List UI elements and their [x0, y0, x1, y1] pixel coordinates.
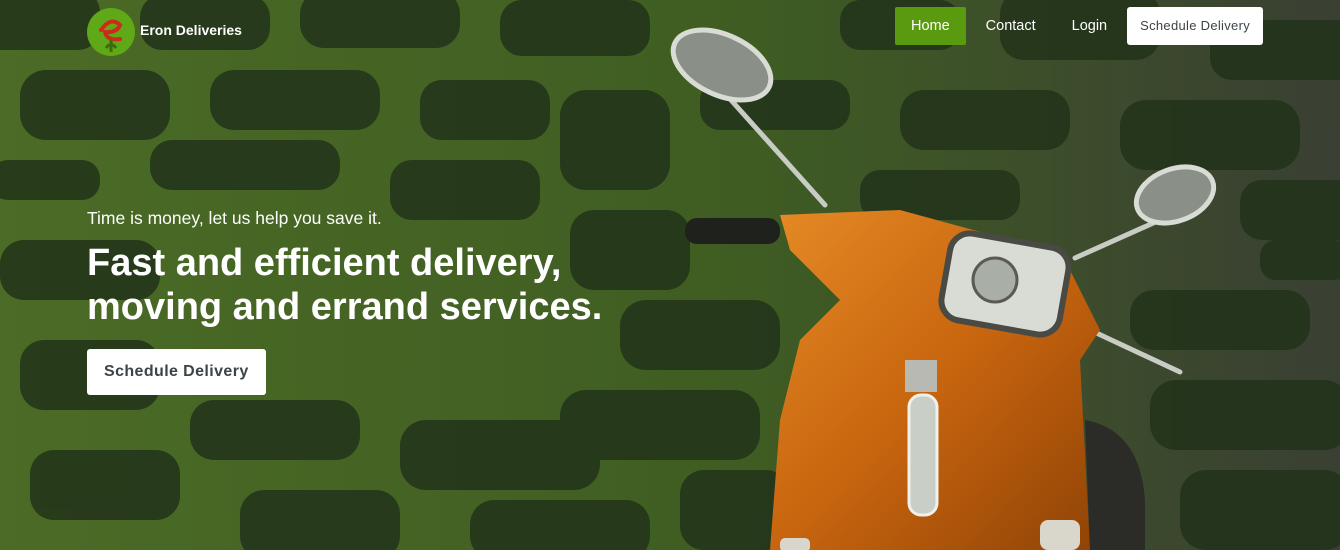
nav-item-contact[interactable]: Contact [970, 7, 1052, 45]
hero-content: Time is money, let us help you save it. … [87, 208, 687, 395]
nav-links: Home Contact Login Schedule Delivery [891, 7, 1263, 45]
nav-item-home[interactable]: Home [894, 7, 966, 45]
brand-logo-icon [87, 8, 135, 56]
hero-headline-line-2: moving and errand services. [87, 286, 603, 328]
hero-tagline: Time is money, let us help you save it. [87, 208, 382, 228]
brand-name: Eron Deliveries [140, 22, 242, 38]
top-navbar: Eron Deliveries Home Contact Login Sched… [0, 0, 1340, 56]
nav-item-login[interactable]: Login [1056, 7, 1123, 45]
nav-schedule-delivery-button[interactable]: Schedule Delivery [1127, 7, 1263, 45]
hero-headline: Fast and efficient delivery, moving and … [87, 241, 687, 329]
brand-logo-link[interactable]: Eron Deliveries [87, 8, 242, 56]
hero-section: Eron Deliveries Home Contact Login Sched… [0, 0, 1340, 550]
hero-headline-line-1: Fast and efficient delivery, [87, 242, 562, 284]
hero-schedule-delivery-button[interactable]: Schedule Delivery [87, 349, 266, 395]
